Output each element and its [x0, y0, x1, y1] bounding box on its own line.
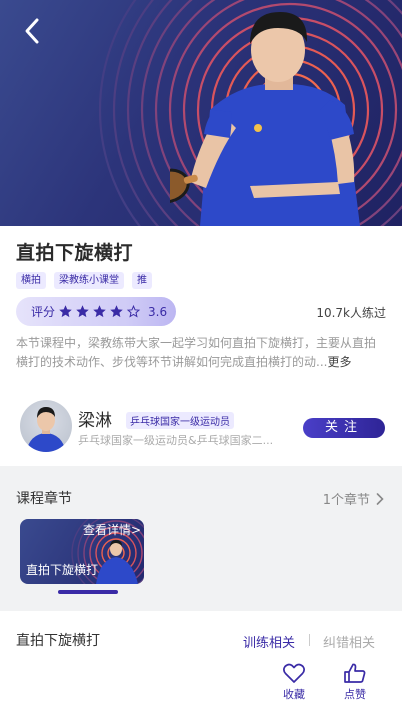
favorite-label: 收藏 — [283, 688, 305, 701]
rating-value: 3.6 — [148, 304, 168, 319]
star-icon — [59, 305, 72, 318]
star-icon — [93, 305, 106, 318]
chapters-count: 1个章节 — [322, 493, 370, 508]
coach-avatar[interactable] — [20, 400, 72, 452]
more-link[interactable]: 更多 — [327, 355, 351, 369]
chapter-card[interactable]: 查看详情> 直拍下旋横打 — [20, 519, 144, 584]
star-outline-icon — [126, 304, 141, 318]
course-description: 本节课程中，梁教练带大家一起学习如何直拍下旋横打，主要从直拍横打的技术动作、步伐… — [16, 334, 386, 372]
tab-errors[interactable]: 纠错相关 — [323, 632, 375, 651]
course-video-cover[interactable] — [0, 0, 402, 226]
like-label: 点赞 — [344, 688, 366, 701]
heart-icon — [283, 663, 305, 683]
chevron-right-icon — [376, 492, 384, 505]
chapter-selected-indicator — [58, 590, 118, 594]
description-text: 本节课程中，梁教练带大家一起学习如何直拍下旋横打，主要从直拍横打的技术动作、步伐… — [16, 336, 377, 369]
rating-label: 评分 — [31, 305, 56, 319]
course-title: 直拍下旋横打 — [16, 242, 134, 264]
follow-button[interactable]: 关注 — [303, 418, 385, 438]
rating-pill: 评分 3.6 — [16, 297, 176, 326]
like-button[interactable]: 点赞 — [335, 662, 375, 702]
chapters-count-link[interactable]: 1个章节 — [323, 489, 384, 508]
coach-card: 梁淋 乒乓球国家一级运动员 乒乓球国家一级运动员&乒乓球国家二... 关注 — [0, 398, 402, 462]
chapters-title: 课程章节 — [16, 491, 72, 507]
coach-subtitle: 乒乓球国家一级运动员&乒乓球国家二... — [78, 434, 274, 447]
tab-divider — [309, 634, 310, 646]
thumbs-up-icon — [344, 663, 366, 683]
tag-item[interactable]: 横拍 — [16, 272, 46, 289]
avatar-image — [26, 407, 66, 452]
tag-item[interactable]: 推 — [132, 272, 152, 289]
section-title: 直拍下旋横打 — [16, 633, 100, 649]
practice-count: 10.7k人练过 — [316, 306, 386, 320]
star-icon — [110, 305, 123, 318]
chapter-detail-link[interactable]: 查看详情> — [83, 521, 141, 538]
chapter-name: 直拍下旋横打 — [26, 563, 99, 577]
coach-figure — [170, 12, 360, 226]
back-chevron-left-icon[interactable] — [18, 16, 48, 46]
coach-title-badge: 乒乓球国家一级运动员 — [126, 412, 234, 429]
coach-name: 梁淋 — [78, 411, 112, 431]
star-icon — [76, 305, 89, 318]
chapters-section: 课程章节 1个章节 查看详情> 直拍下旋横打 — [0, 466, 402, 611]
course-tags: 横拍 梁教练小课堂 推 — [16, 272, 152, 289]
favorite-button[interactable]: 收藏 — [274, 662, 314, 702]
tag-item[interactable]: 梁教练小课堂 — [54, 272, 124, 289]
tab-training[interactable]: 训练相关 — [243, 632, 295, 651]
